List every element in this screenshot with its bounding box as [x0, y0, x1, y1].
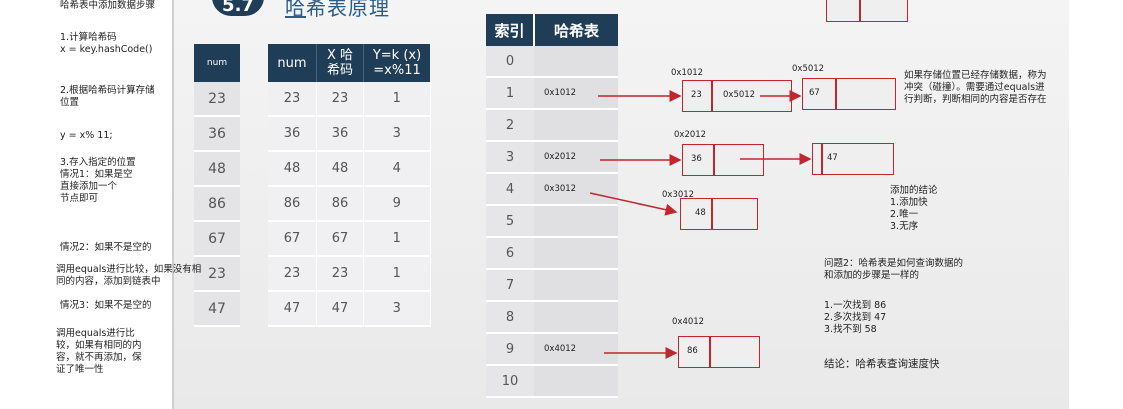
arrow-layer: [589, 90, 812, 359]
slide-canvas: 哈希表中添加数据步骤 1.计算哈希码 x = key.hashCode() 2.…: [0, 0, 1123, 409]
question-note: 问题2：哈希表是如何查询数据的 和添加的步骤是一样的: [824, 258, 964, 281]
summary-note: 结论：哈希表查询速度快: [824, 358, 940, 370]
lookup-note: 1.一次找到 86 2.多次找到 47 3.找不到 58: [824, 300, 887, 335]
arrow-index4-to-node5: [589, 192, 678, 216]
collision-note: 如果存储位置已经存储数据，称为 冲突（碰撞）。需要通过equals进 行判断，判…: [904, 70, 1047, 105]
note-case2-detail: 调用equals进行比较，如果没有相 同的内容，添加到链表中: [56, 264, 202, 287]
conclusion-note: 添加的结论 1.添加快 2.唯一 3.无序: [890, 185, 938, 232]
